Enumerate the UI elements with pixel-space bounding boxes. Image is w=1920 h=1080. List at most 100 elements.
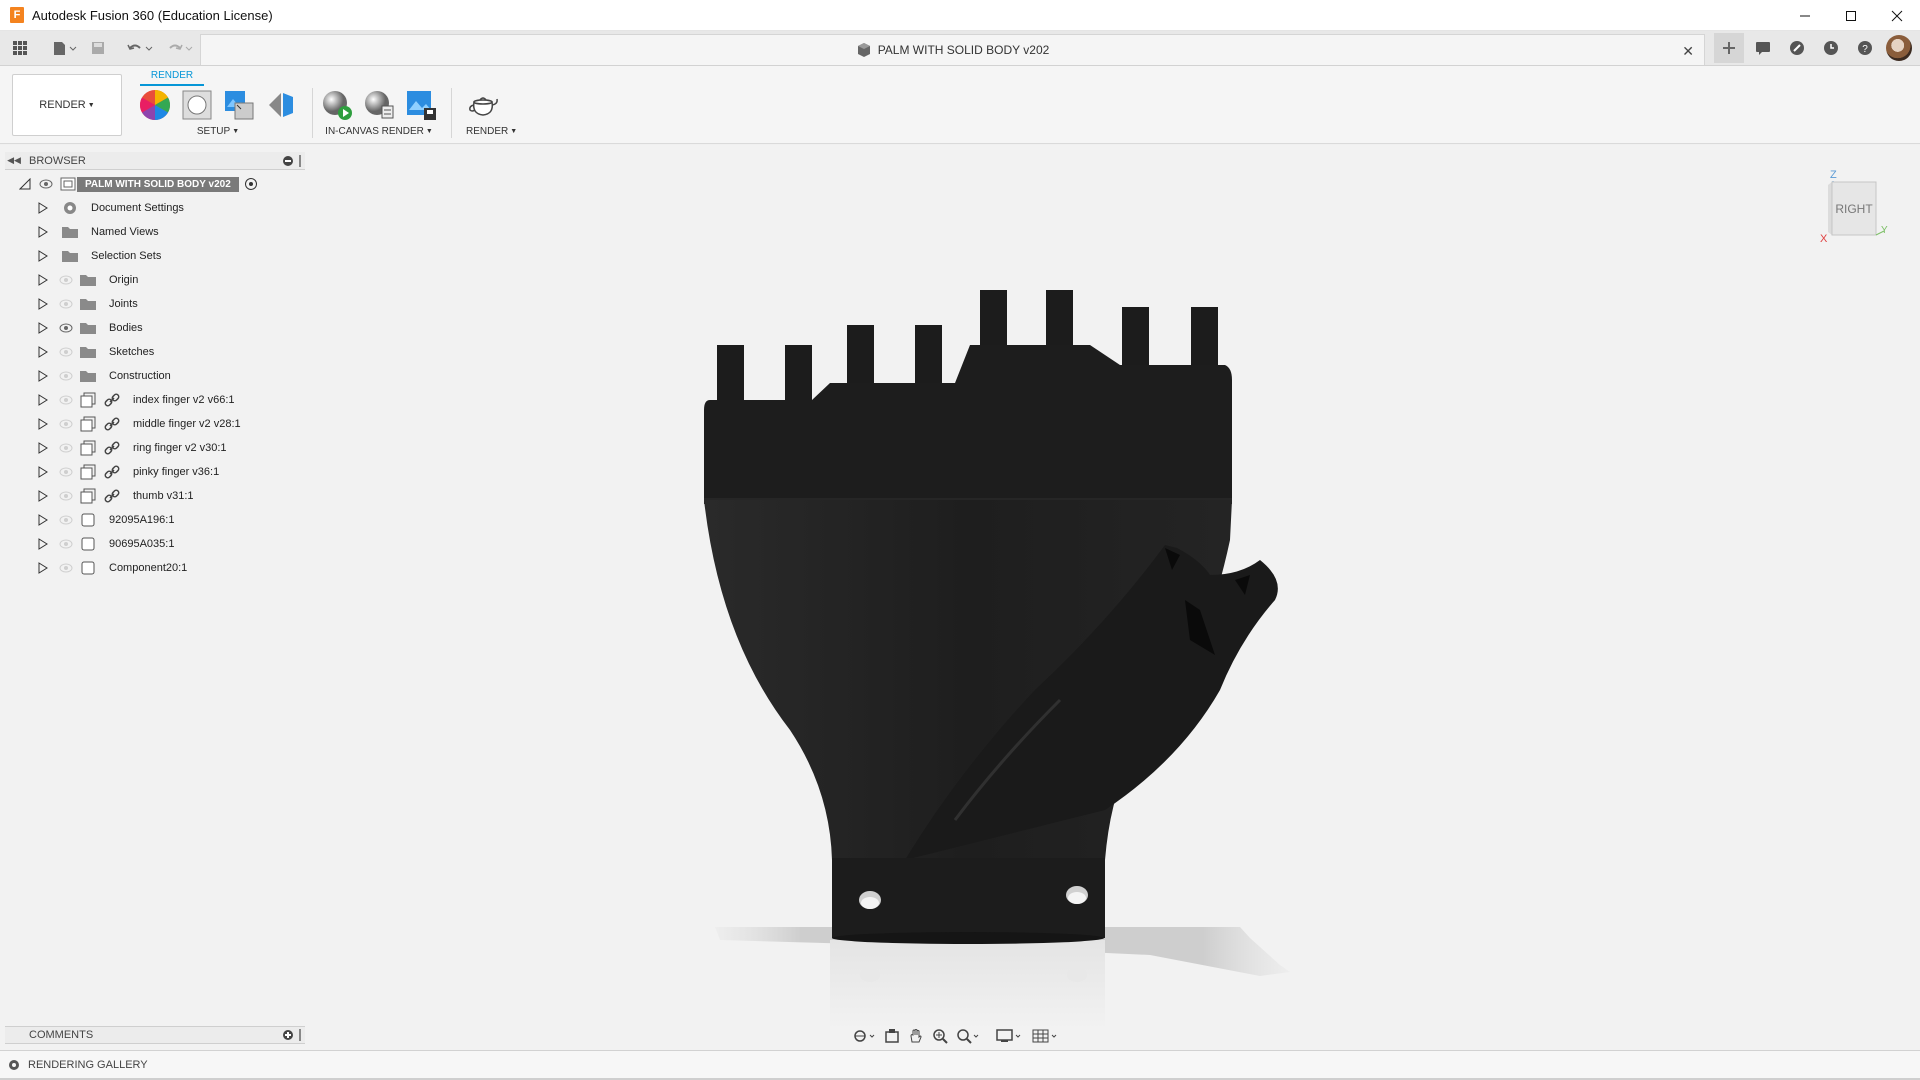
render-tool[interactable] <box>466 88 500 122</box>
notifications-button[interactable] <box>1748 33 1778 63</box>
grid-settings-button[interactable] <box>1030 1025 1062 1047</box>
rendering-gallery-bar[interactable]: RENDERING GALLERY <box>0 1050 1920 1078</box>
data-panel-button[interactable] <box>8 34 32 62</box>
texture-map-tool[interactable] <box>222 88 256 122</box>
collapse-panel-icon[interactable]: ◀◀ <box>5 155 23 166</box>
expand-triangle-icon[interactable] <box>37 442 49 454</box>
linked-component-icon <box>79 488 97 504</box>
workspace-switcher[interactable]: RENDER ▼ <box>12 74 122 136</box>
expand-triangle-icon[interactable] <box>37 538 49 550</box>
visibility-eye-icon[interactable] <box>57 441 75 455</box>
display-settings-button[interactable] <box>994 1025 1026 1047</box>
add-comment-icon[interactable] <box>283 1030 293 1040</box>
browser-item-row[interactable]: Bodies <box>37 316 143 340</box>
browser-item-row[interactable]: middle finger v2 v28:1 <box>37 412 241 436</box>
expand-triangle-icon[interactable] <box>37 418 49 430</box>
gallery-gear-icon[interactable] <box>8 1059 20 1071</box>
browser-item-row[interactable]: Joints <box>37 292 138 316</box>
in-canvas-render-settings-tool[interactable] <box>362 88 396 122</box>
render-menu[interactable]: RENDER ▼ <box>466 126 517 137</box>
browser-item-row[interactable]: Document Settings <box>37 196 184 220</box>
maximize-button[interactable] <box>1828 0 1874 31</box>
orbit-button[interactable] <box>850 1025 878 1047</box>
expand-triangle-icon[interactable] <box>37 466 49 478</box>
extensions-button[interactable] <box>1782 33 1812 63</box>
expand-triangle-icon[interactable] <box>37 514 49 526</box>
visibility-eye-icon[interactable] <box>57 537 75 551</box>
comments-panel[interactable]: COMMENTS <box>5 1026 305 1044</box>
redo-button[interactable] <box>162 34 198 62</box>
visibility-eye-icon[interactable] <box>57 417 75 431</box>
visibility-eye-icon[interactable] <box>57 489 75 503</box>
undo-button[interactable] <box>122 34 158 62</box>
browser-item-row[interactable]: index finger v2 v66:1 <box>37 388 235 412</box>
file-menu-button[interactable] <box>48 34 82 62</box>
close-tab-icon[interactable]: ✕ <box>1682 43 1694 60</box>
visibility-eye-icon[interactable] <box>57 513 75 527</box>
in-canvas-render-menu[interactable]: IN-CANVAS RENDER ▼ <box>320 126 438 137</box>
visibility-eye-icon[interactable] <box>57 345 75 359</box>
expand-triangle-icon[interactable] <box>37 274 49 286</box>
browser-item-row[interactable]: Origin <box>37 268 138 292</box>
expand-triangle-icon[interactable] <box>37 562 49 574</box>
close-window-button[interactable] <box>1874 0 1920 31</box>
expand-triangle-icon[interactable] <box>37 490 49 502</box>
expand-triangle-icon[interactable] <box>37 250 49 262</box>
expanded-triangle-icon[interactable] <box>19 178 31 190</box>
browser-item-row[interactable]: Named Views <box>37 220 159 244</box>
help-button[interactable]: ? <box>1850 33 1880 63</box>
browser-item-row[interactable]: 90695A035:1 <box>37 532 174 556</box>
user-profile-button[interactable] <box>1884 33 1914 63</box>
browser-item-row[interactable]: 92095A196:1 <box>37 508 174 532</box>
expand-triangle-icon[interactable] <box>37 370 49 382</box>
visibility-eye-icon[interactable] <box>57 297 75 311</box>
axis-z-label: Z <box>1830 169 1837 181</box>
expand-triangle-icon[interactable] <box>37 226 49 238</box>
expand-triangle-icon[interactable] <box>37 346 49 358</box>
fit-button[interactable] <box>954 1025 984 1047</box>
browser-resize-handle[interactable] <box>299 154 301 167</box>
expand-triangle-icon[interactable] <box>37 298 49 310</box>
comments-resize-handle[interactable] <box>299 1029 301 1041</box>
browser-root-row[interactable]: PALM WITH SOLID BODY v202 <box>19 172 257 196</box>
activate-component-radio[interactable] <box>244 178 257 190</box>
new-tab-button[interactable] <box>1714 33 1744 63</box>
browser-item-row[interactable]: thumb v31:1 <box>37 484 194 508</box>
capture-image-tool[interactable] <box>404 88 438 122</box>
decal-tool[interactable] <box>264 88 298 122</box>
expand-triangle-icon[interactable] <box>37 322 49 334</box>
visibility-eye-icon[interactable] <box>57 369 75 383</box>
visibility-eye-icon[interactable] <box>57 321 75 335</box>
window-controls <box>1782 0 1920 31</box>
visibility-eye-icon[interactable] <box>37 177 55 191</box>
scene-settings-tool[interactable] <box>180 88 214 122</box>
viewcube[interactable]: Z RIGHT Y X <box>1820 163 1890 243</box>
setup-menu[interactable]: SETUP ▼ <box>138 126 298 137</box>
browser-item-row[interactable]: Sketches <box>37 340 154 364</box>
visibility-eye-icon[interactable] <box>57 393 75 407</box>
minimize-browser-icon[interactable] <box>283 155 293 166</box>
look-at-button[interactable] <box>882 1025 902 1047</box>
in-canvas-render-tool[interactable] <box>320 88 354 122</box>
tab-render[interactable]: RENDER <box>140 68 204 86</box>
browser-item-row[interactable]: Construction <box>37 364 171 388</box>
folder-icon <box>79 344 97 360</box>
minimize-button[interactable] <box>1782 0 1828 31</box>
visibility-eye-icon[interactable] <box>57 561 75 575</box>
visibility-eye-icon[interactable] <box>57 273 75 287</box>
browser-item-label: Named Views <box>91 226 159 238</box>
browser-item-row[interactable]: Component20:1 <box>37 556 187 580</box>
job-status-button[interactable] <box>1816 33 1846 63</box>
appearance-tool[interactable] <box>138 88 172 122</box>
save-button[interactable] <box>86 34 110 62</box>
browser-item-row[interactable]: ring finger v2 v30:1 <box>37 436 227 460</box>
pan-button[interactable] <box>906 1025 926 1047</box>
expand-triangle-icon[interactable] <box>37 202 49 214</box>
viewcube-face-label[interactable]: RIGHT <box>1835 202 1873 216</box>
browser-item-row[interactable]: pinky finger v36:1 <box>37 460 219 484</box>
browser-item-row[interactable]: Selection Sets <box>37 244 161 268</box>
document-tab[interactable]: PALM WITH SOLID BODY v202 ✕ <box>200 34 1705 65</box>
expand-triangle-icon[interactable] <box>37 394 49 406</box>
zoom-button[interactable] <box>930 1025 950 1047</box>
visibility-eye-icon[interactable] <box>57 465 75 479</box>
